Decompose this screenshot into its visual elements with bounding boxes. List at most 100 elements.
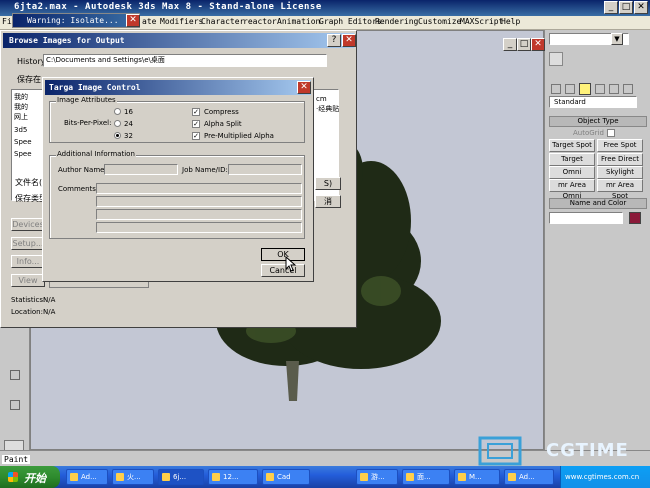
system-tray: www.cgtimes.com.cn <box>560 466 650 488</box>
menu-help[interactable]: Help <box>501 17 520 26</box>
comments-line-3[interactable] <box>96 209 302 220</box>
compress-checkbox[interactable]: ✓ <box>192 108 200 116</box>
warning-isolate-window[interactable]: Warning: Isolate... ✕ <box>12 13 140 28</box>
menu-file[interactable]: Fi <box>2 17 12 26</box>
comments-line-2[interactable] <box>96 196 302 207</box>
bits-32-radio[interactable] <box>114 132 121 139</box>
create-tab[interactable] <box>549 52 563 66</box>
browse-dialog-title: Browse Images for Output <box>9 36 125 45</box>
menu-customize[interactable]: Customize <box>418 17 461 26</box>
omni-button[interactable]: Omni <box>549 166 595 179</box>
mr-area-spot-button[interactable]: mr Area Spot <box>597 179 643 200</box>
taskbar-item[interactable]: Ad... <box>504 469 554 485</box>
comments-line-4[interactable] <box>96 222 302 233</box>
object-type-rollout[interactable]: Object Type <box>549 116 647 127</box>
bg-maximize-button[interactable]: □ <box>517 38 531 51</box>
name-and-color-rollout[interactable]: Name and Color <box>549 198 647 209</box>
author-name-input[interactable] <box>104 164 178 175</box>
history-value: C:\Documents and Settings\e\桌面 <box>46 56 165 64</box>
targa-dialog-title-bar: Targa Image Control ✕ <box>45 80 311 95</box>
taskbar-item[interactable]: Ad... <box>66 469 108 485</box>
maximize-button[interactable]: □ <box>619 1 633 14</box>
targa-close-button[interactable]: ✕ <box>297 81 311 94</box>
taskbar-item[interactable]: 火... <box>112 469 154 485</box>
ok-button[interactable]: OK <box>261 248 305 261</box>
premultiplied-alpha-label: Pre-Multiplied Alpha <box>204 132 274 140</box>
list-item[interactable]: Spee <box>14 138 32 146</box>
warning-close-button[interactable]: ✕ <box>126 14 140 27</box>
menu-graph-editors[interactable]: Graph Editors <box>319 17 382 26</box>
save-button[interactable]: S) <box>315 177 341 190</box>
bg-minimize-button[interactable]: _ <box>503 38 517 51</box>
taskbar-item[interactable]: 12... <box>208 469 258 485</box>
image-attributes-label: Image Attributes <box>56 96 117 104</box>
info-button[interactable]: Info... <box>11 255 45 268</box>
alpha-split-checkbox[interactable]: ✓ <box>192 120 200 128</box>
targa-cancel-button[interactable]: Cancel <box>261 264 305 277</box>
list-item-extra-2: ·经典贴 <box>316 105 340 113</box>
minimize-button[interactable]: _ <box>604 1 618 14</box>
list-item[interactable]: 3d5 <box>14 126 27 134</box>
list-item[interactable]: Spee <box>14 150 32 158</box>
start-button[interactable]: 开始 <box>0 466 60 488</box>
job-name-input[interactable] <box>228 164 302 175</box>
menu-animation[interactable]: Animation <box>277 17 320 26</box>
close-button[interactable]: ✕ <box>634 1 648 14</box>
history-dropdown[interactable]: C:\Documents and Settings\e\桌面 <box>43 54 327 67</box>
list-item[interactable]: 我的 <box>14 102 28 112</box>
view-button[interactable]: View <box>11 274 45 287</box>
taskbar-item[interactable]: M... <box>454 469 500 485</box>
target-direct-button[interactable]: Target Direct <box>549 153 595 174</box>
taskbar-item[interactable]: 游... <box>356 469 398 485</box>
premultiplied-alpha-checkbox[interactable]: ✓ <box>192 132 200 140</box>
cgtime-logo-mark <box>478 436 522 466</box>
object-color-swatch[interactable] <box>629 212 641 224</box>
bits-24-radio[interactable] <box>114 120 121 127</box>
warning-title: Warning: Isolate... <box>27 16 119 25</box>
helpers-icon[interactable] <box>609 84 619 94</box>
taskbar-item-active[interactable]: 6j... <box>158 469 204 485</box>
cancel-button[interactable]: 消 <box>315 195 341 208</box>
light-type-value: Standard <box>554 98 586 106</box>
menu-reactor[interactable]: reactor <box>243 17 277 26</box>
light-type-dropdown[interactable]: Standard <box>549 96 637 108</box>
windows-logo-icon <box>8 472 18 482</box>
bits-16-radio[interactable] <box>114 108 121 115</box>
bits-16-label: 16 <box>124 108 133 116</box>
spacewarps-icon[interactable] <box>623 84 633 94</box>
menu-rendering[interactable]: Rendering <box>375 17 418 26</box>
menu-create[interactable]: ate <box>142 17 156 26</box>
skylight-button[interactable]: Skylight <box>597 166 643 179</box>
geometry-icon[interactable] <box>551 84 561 94</box>
free-spot-button[interactable]: Free Spot <box>597 139 643 152</box>
taskbar-item[interactable]: 面... <box>402 469 450 485</box>
object-name-input[interactable] <box>549 212 623 224</box>
bg-close-button[interactable]: ✕ <box>531 38 545 51</box>
list-item[interactable]: 网上 <box>14 112 28 122</box>
location-label: Location: <box>11 308 43 316</box>
browse-close-button[interactable]: ✕ <box>342 34 356 47</box>
setup-button[interactable]: Setup... <box>11 237 45 250</box>
menu-maxscript[interactable]: MAXScript <box>460 17 503 26</box>
autogrid-checkbox[interactable] <box>607 129 615 137</box>
list-item[interactable]: 我的 <box>14 92 28 102</box>
menu-modifiers[interactable]: Modifiers <box>160 17 203 26</box>
snap-icon[interactable] <box>10 370 20 380</box>
devices-button[interactable]: Devices <box>11 218 45 231</box>
shapes-icon[interactable] <box>565 84 575 94</box>
comments-line-1[interactable] <box>96 183 302 194</box>
taskbar-item[interactable]: Cad <box>262 469 310 485</box>
chevron-down-icon[interactable]: ▼ <box>611 33 623 45</box>
start-label: 开始 <box>24 472 46 485</box>
lights-icon[interactable] <box>579 83 591 95</box>
target-spot-button[interactable]: Target Spot <box>549 139 595 152</box>
cameras-icon[interactable] <box>595 84 605 94</box>
job-name-label: Job Name/ID: <box>182 166 228 174</box>
axis-icon[interactable] <box>10 400 20 410</box>
additional-information-group: Additional Information Author Name: Job … <box>49 150 305 239</box>
help-button[interactable]: ? <box>327 34 341 47</box>
mr-area-omni-button[interactable]: mr Area Omni <box>549 179 595 200</box>
free-direct-button[interactable]: Free Direct <box>597 153 643 166</box>
menu-character[interactable]: Character <box>201 17 244 26</box>
additional-information-label: Additional Information <box>56 150 136 158</box>
